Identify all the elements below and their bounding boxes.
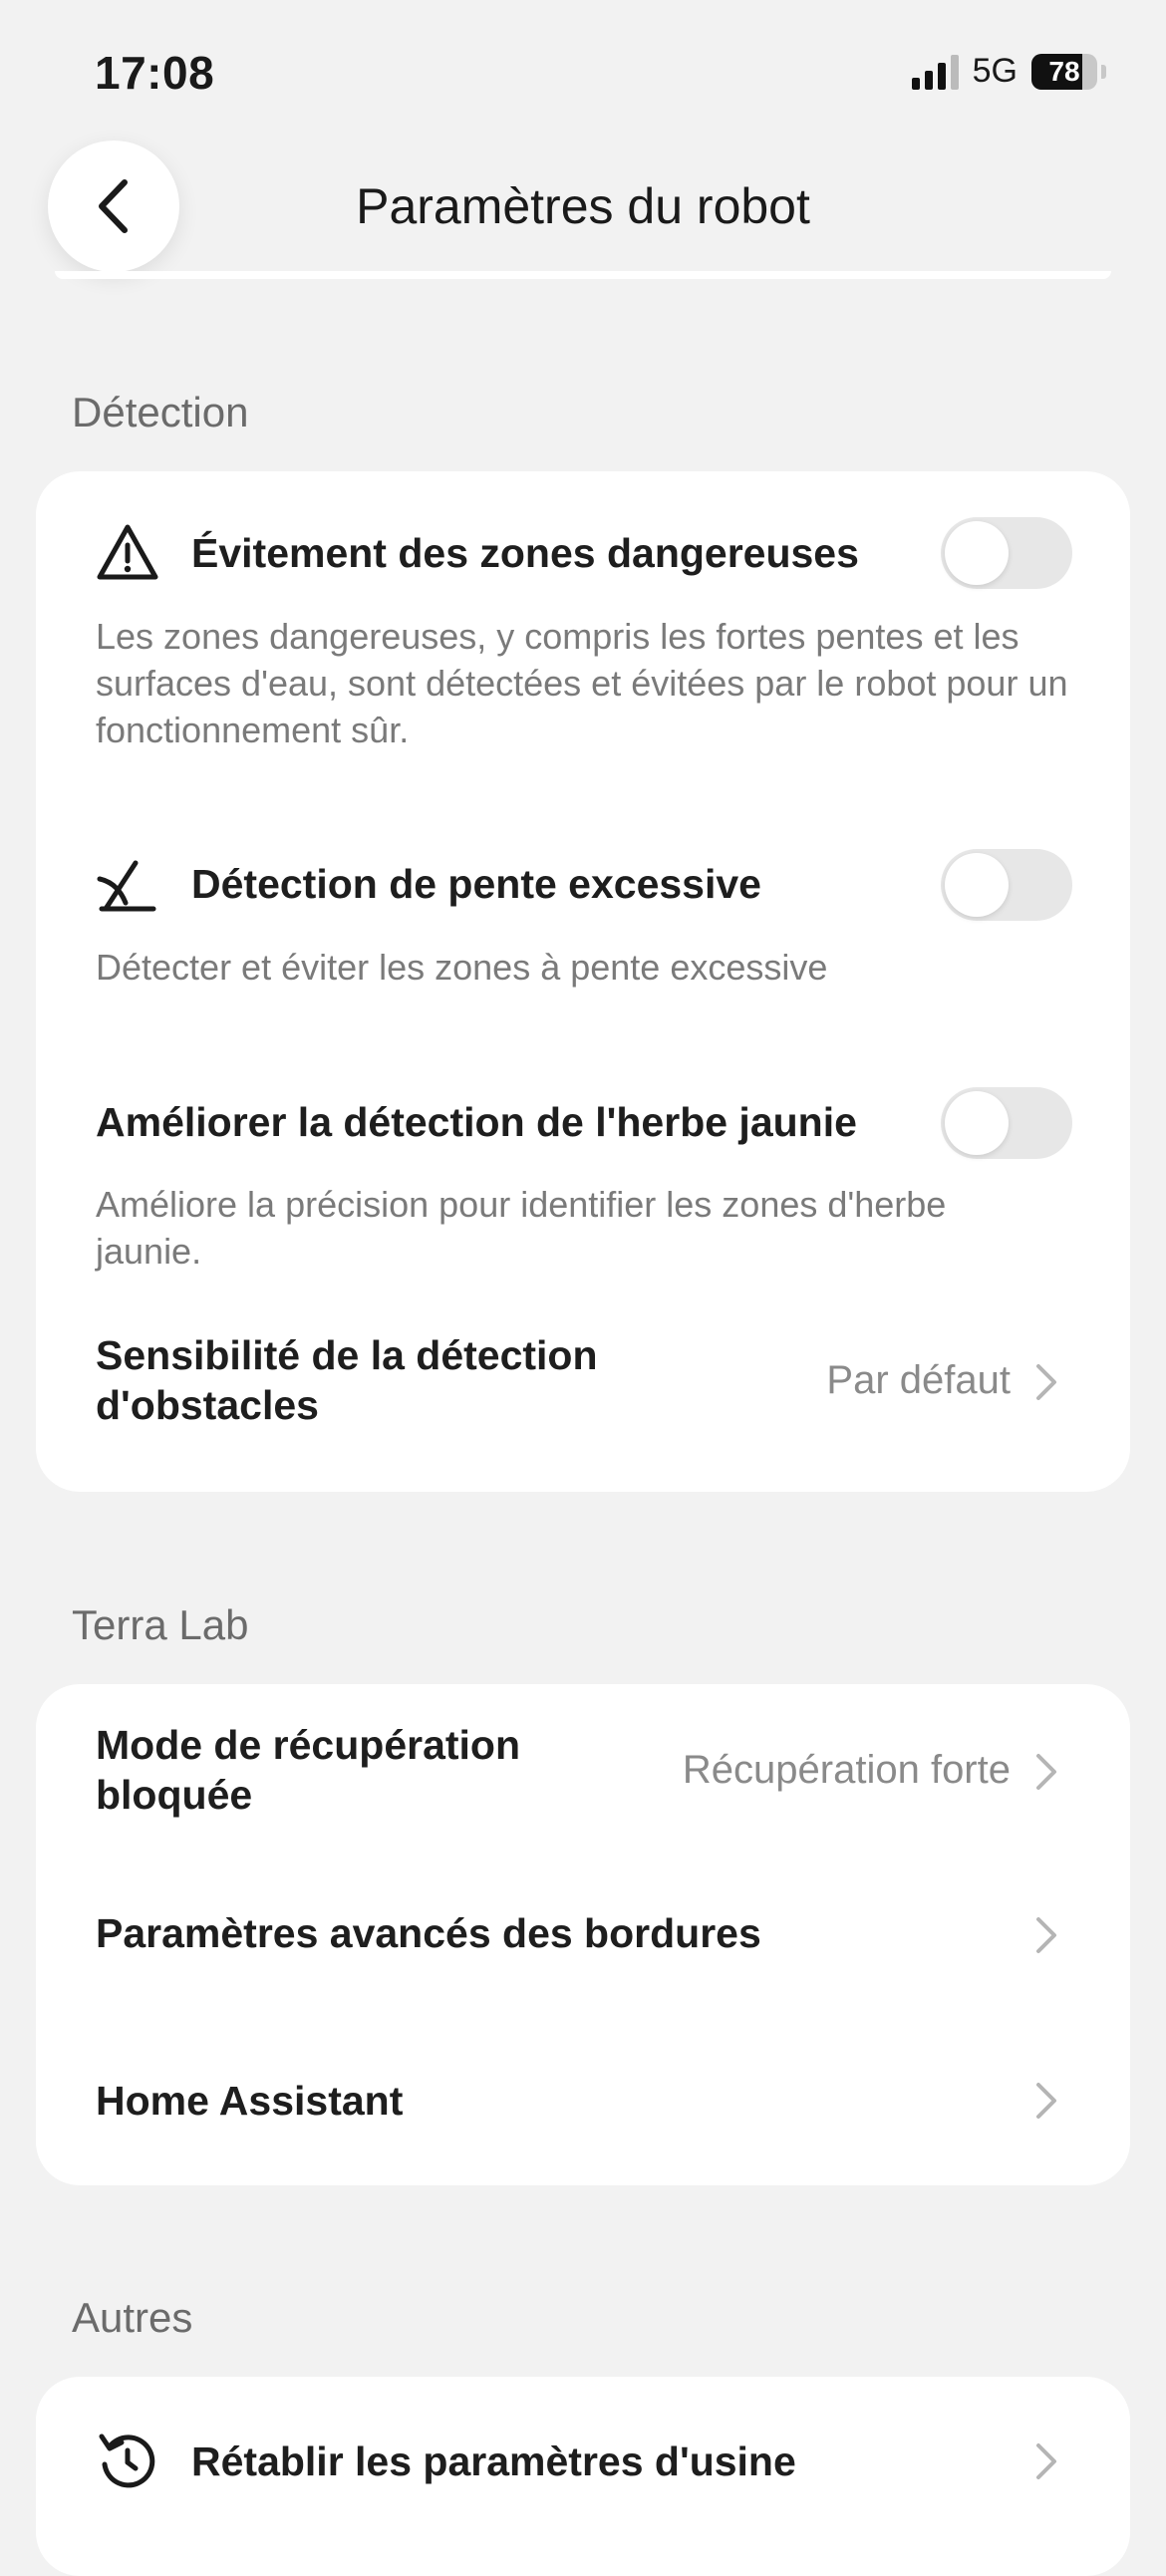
toggle-knob (945, 1091, 1009, 1155)
detection-card: Évitement des zones dangereuses Les zone… (36, 471, 1130, 1492)
obstacle-sensitivity-value: Par défaut (826, 1358, 1011, 1402)
advanced-border-row[interactable]: Paramètres avancés des bordures (36, 1854, 1130, 2021)
advanced-border-title: Paramètres avancés des bordures (96, 1910, 761, 1956)
factory-reset-title: Rétablir les paramètres d'usine (191, 2438, 796, 2484)
status-time: 17:08 (95, 47, 215, 99)
obstacle-sensitivity-title-line2: d'obstacles (96, 1382, 319, 1428)
section-label-detection: Détection (72, 389, 249, 435)
chevron-right-icon (1036, 2443, 1056, 2479)
page-title: Paramètres du robot (356, 178, 810, 234)
status-bar: 17:08 5G 78 (0, 0, 1166, 149)
section-label-terra-lab: Terra Lab (72, 1601, 249, 1648)
battery-level: 78 (1048, 55, 1080, 87)
battery-icon: 78 (1031, 53, 1097, 90)
obstacle-sensitivity-row[interactable]: Sensibilité de la détection d'obstacles … (36, 1308, 1130, 1458)
hazard-avoidance-title: Évitement des zones dangereuses (191, 530, 859, 576)
chevron-right-icon (1036, 1754, 1056, 1790)
terra-lab-card: Mode de récupération bloquée Récupératio… (36, 1684, 1130, 2185)
stuck-recovery-title-line2: bloquée (96, 1772, 253, 1818)
toggle-knob (945, 853, 1009, 917)
section-label-autres: Autres (72, 2294, 193, 2341)
yellow-grass-toggle[interactable] (941, 1087, 1072, 1159)
home-assistant-row[interactable]: Home Assistant (36, 2021, 1130, 2185)
toggle-knob (945, 521, 1009, 585)
autres-card: Rétablir les paramètres d'usine (36, 2377, 1130, 2576)
hazard-avoidance-description: Les zones dangereuses, y compris les for… (96, 616, 1068, 750)
warning-triangle-icon (97, 524, 158, 580)
factory-reset-row[interactable]: Rétablir les paramètres d'usine (36, 2377, 1130, 2546)
header-divider (55, 271, 1111, 279)
network-type: 5G (972, 52, 1018, 90)
chevron-right-icon (1036, 1917, 1056, 1953)
battery-nub (1101, 64, 1106, 79)
reset-icon (99, 2433, 155, 2488)
chevron-right-icon (1036, 1364, 1056, 1400)
slope-detection-title: Détection de pente excessive (191, 861, 761, 907)
cellular-signal-icon (911, 54, 959, 90)
status-indicators: 5G 78 (911, 52, 1106, 91)
stuck-recovery-title-line1: Mode de récupération (96, 1722, 521, 1768)
home-assistant-title: Home Assistant (96, 2078, 404, 2124)
hazard-avoidance-toggle[interactable] (941, 517, 1072, 589)
stuck-recovery-title: Mode de récupération bloquée (96, 1720, 520, 1820)
stuck-recovery-value: Récupération forte (682, 1748, 1011, 1792)
yellow-grass-description: Améliore la précision pour identifier le… (96, 1184, 947, 1272)
chevron-right-icon (1036, 2083, 1056, 2119)
slope-icon (97, 860, 156, 912)
stuck-recovery-row[interactable]: Mode de récupération bloquée Récupératio… (36, 1684, 1130, 1854)
slope-detection-description: Détecter et éviter les zones à pente exc… (96, 947, 828, 988)
obstacle-sensitivity-title: Sensibilité de la détection d'obstacles (96, 1330, 598, 1430)
yellow-grass-title: Améliorer la détection de l'herbe jaunie (96, 1099, 857, 1145)
slope-detection-toggle[interactable] (941, 849, 1072, 921)
obstacle-sensitivity-title-line1: Sensibilité de la détection (96, 1332, 598, 1378)
